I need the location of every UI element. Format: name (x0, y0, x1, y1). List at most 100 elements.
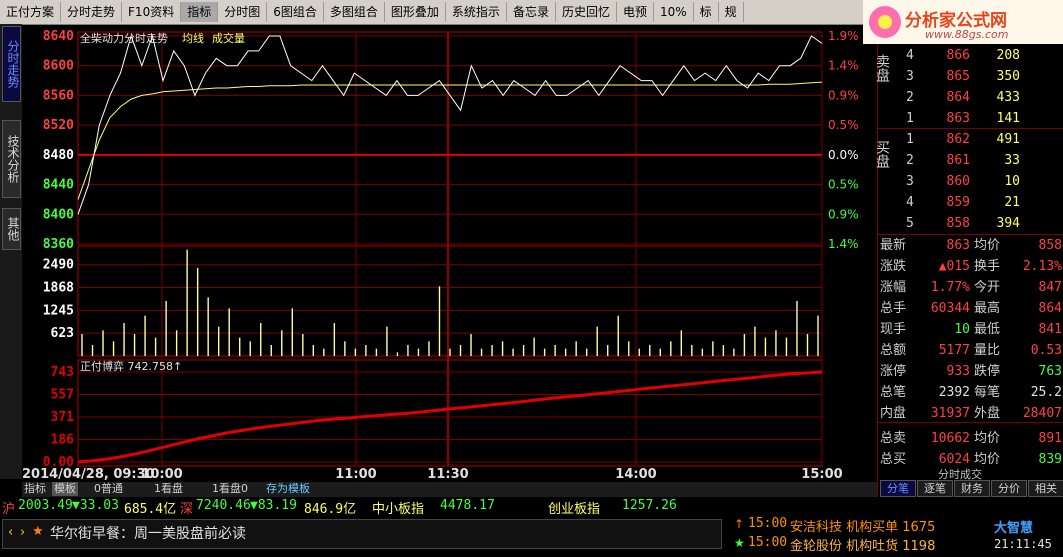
book-divider (878, 128, 1063, 129)
x-tick-label: 10:00 (141, 467, 182, 482)
x-tick-label: 11:30 (427, 467, 468, 482)
toolbar-button-8[interactable]: 系统指示 (446, 2, 507, 22)
news-headline[interactable]: 华尔街早餐：周一美股盘前必读 (50, 523, 246, 543)
date-label: 2014/04/28, 09:30 (22, 467, 155, 482)
detail-tab-0[interactable]: 分笔 (880, 480, 916, 497)
quote-value: 864 (1038, 301, 1062, 316)
percent-tick-label: 0.5% (828, 178, 859, 192)
toolbar-button-11[interactable]: 电预 (617, 2, 654, 22)
percent-tick-label: 0.9% (828, 207, 859, 221)
sell-price[interactable]: 864 (930, 88, 970, 108)
buy-price[interactable]: 862 (930, 130, 970, 150)
percent-tick-label: 0.0% (828, 148, 859, 162)
intraday-chart: 8640 1.9% 8600 1.4% 8560 0.9% 8520 0.5% 8480 0.0%… (22, 29, 859, 482)
status-sh-change: ▼33.03 (72, 498, 119, 513)
left-tab-1[interactable]: 技术分析 (2, 120, 21, 198)
template-tab-3[interactable]: 1看盘 (152, 482, 185, 496)
buy-level: 3 (906, 174, 914, 189)
alert-text[interactable]: 安洁科技 机构买单 1675 (790, 516, 935, 535)
detail-tab-3[interactable]: 分价 (991, 480, 1027, 497)
panel-frame-1 (77, 245, 823, 357)
quote-label: 总笔 (880, 385, 907, 400)
template-tab-1[interactable]: 模板 (52, 482, 78, 496)
toolbar-button-13[interactable]: 标 (694, 2, 719, 22)
buy-level: 1 (906, 132, 914, 147)
toolbar-button-1[interactable]: 分时走势 (61, 2, 123, 22)
book-divider (878, 234, 1063, 235)
buy-level: 2 (906, 153, 914, 168)
template-tab-4[interactable]: 1看盘0 (210, 482, 250, 496)
quote-label: 跌停 (974, 364, 1001, 379)
quote-value: 0.53 (1030, 343, 1062, 358)
toolbar-button-6[interactable]: 多图组合 (324, 2, 385, 22)
price-tick-label: 8440 (43, 178, 74, 193)
price-tick-label: 8360 (43, 237, 74, 252)
quote-value: 863 (946, 238, 970, 253)
buy-price[interactable]: 860 (930, 172, 970, 192)
quote-value: 25.2 (1030, 385, 1062, 400)
quote-value: 2.13% (1022, 259, 1062, 274)
quote-label: 涨幅 (880, 280, 907, 295)
quote-value: 933 (946, 364, 970, 379)
sell-side-label: 卖盘 (874, 54, 890, 82)
quote-value: 847 (1038, 280, 1062, 295)
alert-icon: ↑ (734, 517, 745, 531)
left-tab-2[interactable]: 其他 (2, 208, 21, 250)
status-sh-value: 2003.49 (18, 498, 73, 513)
sell-volume: 141 (996, 111, 1020, 126)
quote-value: 839 (1038, 452, 1062, 467)
quote-label: 总额 (880, 343, 907, 358)
quote-value: 763 (1038, 364, 1062, 379)
alert-time: 15:00 (748, 516, 788, 531)
quote-label: 内盘 (880, 406, 907, 421)
price-tick-label: 8560 (43, 88, 74, 103)
status-zxb-value: 4478.17 (440, 498, 495, 513)
alert-text[interactable]: 金轮股份 机构吐货 1198 (790, 535, 935, 554)
template-tab-5[interactable]: 存为模板 (264, 482, 312, 496)
quote-value: 60344 (930, 301, 970, 316)
buy-price[interactable]: 859 (930, 193, 970, 213)
quote-value: 858 (1038, 238, 1062, 253)
detail-tab-1[interactable]: 逐笔 (917, 480, 953, 497)
toolbar-button-0[interactable]: 正付方案 (0, 2, 62, 22)
sell-price[interactable]: 863 (930, 109, 970, 129)
toolbar-button-3[interactable]: 指标 (181, 2, 219, 22)
toolbar-button-14[interactable]: 规 (719, 2, 744, 22)
detail-tab-4[interactable]: 相关 (1028, 480, 1063, 497)
percent-tick-label: 0.5% (828, 118, 859, 132)
toolbar-button-5[interactable]: 6图组合 (267, 2, 324, 22)
left-tab-0[interactable]: 分时走势 (2, 26, 21, 102)
sell-price[interactable]: 866 (930, 46, 970, 66)
quote-label: 最高 (974, 301, 1001, 316)
percent-tick-label: 0.9% (828, 88, 859, 102)
quote-value: 5177 (938, 343, 970, 358)
template-tab-2[interactable]: 0普通 (92, 482, 125, 496)
price-tick-label: 8600 (43, 59, 74, 74)
toolbar-button-4[interactable]: 分时图 (218, 2, 268, 22)
x-tick-label: 15:00 (801, 467, 842, 482)
news-prev-icon[interactable]: ‹ (8, 525, 13, 540)
toolbar-button-9[interactable]: 备忘录 (507, 2, 556, 22)
news-next-icon[interactable]: › (20, 525, 25, 540)
quote-panel: 4 866 208 3 865 350 2 864 433 1 863 141 1 862 491 2 861 3… (874, 44, 1063, 497)
template-tab-0[interactable]: 指标 (22, 482, 48, 496)
toolbar-button-7[interactable]: 图形叠加 (385, 2, 446, 22)
sell-level: 2 (906, 90, 914, 105)
legend-volume: 成交量 (212, 31, 245, 45)
toolbar-button-10[interactable]: 历史回忆 (556, 2, 617, 22)
quote-value: 10 (954, 322, 970, 337)
toolbar-button-2[interactable]: F10资料 (122, 2, 182, 22)
quote-value: 10662 (930, 431, 970, 446)
buy-volume: 21 (1004, 195, 1020, 210)
buy-price[interactable]: 858 (930, 214, 970, 234)
volume-tick-label: 623 (51, 326, 74, 341)
detail-tab-2[interactable]: 财务 (954, 480, 990, 497)
alert-icon: ★ (734, 536, 745, 550)
sell-level: 4 (906, 48, 914, 63)
buy-price[interactable]: 861 (930, 151, 970, 171)
sell-price[interactable]: 865 (930, 67, 970, 87)
toolbar-button-12[interactable]: 10% (654, 2, 694, 22)
quote-label: 最新 (880, 238, 907, 253)
indicator-tick-label: 186 (51, 432, 75, 447)
quote-value: 2392 (938, 385, 970, 400)
